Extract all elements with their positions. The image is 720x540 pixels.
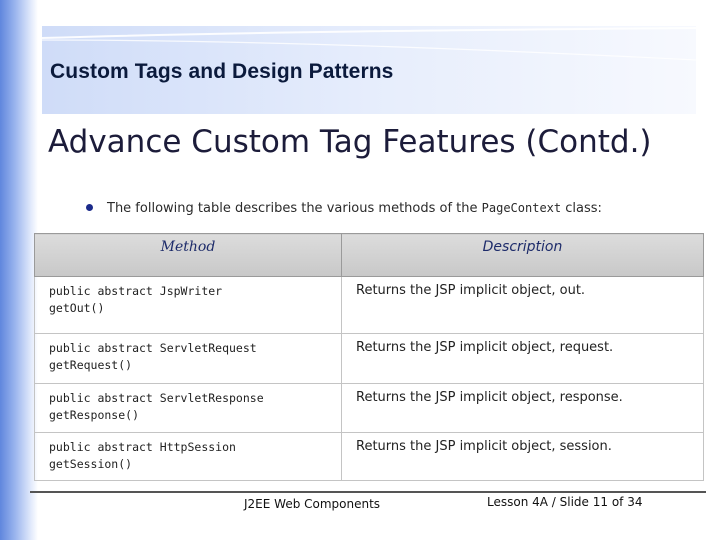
footer-slide-info: Lesson 4A / Slide 11 of 34 (487, 495, 643, 509)
method-signature: public abstract HttpSession (49, 440, 236, 454)
bullet-code: PageContext (481, 201, 562, 215)
table-row: public abstract ServletResponse getRespo… (34, 383, 704, 433)
column-header-method: Method (34, 233, 342, 277)
table-row: public abstract JspWriter getOut() Retur… (34, 276, 704, 334)
method-cell: public abstract ServletResponse getRespo… (34, 383, 342, 433)
bullet-item: The following table describes the variou… (86, 201, 686, 216)
bullet-dot-icon (86, 203, 93, 211)
description-cell: Returns the JSP implicit object, session… (341, 432, 704, 481)
slide-title: Advance Custom Tag Features (Contd.) (48, 124, 652, 160)
table-row: public abstract ServletRequest getReques… (34, 333, 704, 384)
footer-divider (30, 491, 706, 493)
bullet-text-after: class: (561, 201, 602, 216)
method-name: getRequest() (49, 358, 133, 372)
methods-table: Method Description public abstract JspWr… (34, 233, 704, 481)
method-name: getOut() (49, 301, 105, 315)
header-band: Custom Tags and Design Patterns (42, 26, 696, 114)
description-cell: Returns the JSP implicit object, respons… (341, 383, 704, 433)
description-cell: Returns the JSP implicit object, request… (341, 333, 704, 384)
left-accent-bar (0, 0, 38, 540)
description-cell: Returns the JSP implicit object, out. (341, 276, 704, 334)
column-header-description: Description (341, 233, 704, 277)
table-row: public abstract HttpSession getSession()… (34, 432, 704, 481)
method-signature: public abstract ServletRequest (49, 341, 257, 355)
method-signature: public abstract ServletResponse (49, 391, 264, 405)
method-name: getResponse() (49, 408, 140, 422)
table-header-row: Method Description (34, 233, 704, 277)
method-cell: public abstract ServletRequest getReques… (34, 333, 342, 384)
header-title: Custom Tags and Design Patterns (50, 60, 394, 83)
footer-course: J2EE Web Components (244, 497, 381, 511)
method-cell: public abstract HttpSession getSession() (34, 432, 342, 481)
method-name: getSession() (49, 457, 133, 471)
bullet-text: The following table describes the variou… (107, 201, 602, 216)
method-signature: public abstract JspWriter (49, 284, 223, 298)
bullet-text-before: The following table describes the variou… (107, 201, 482, 216)
method-cell: public abstract JspWriter getOut() (34, 276, 342, 334)
